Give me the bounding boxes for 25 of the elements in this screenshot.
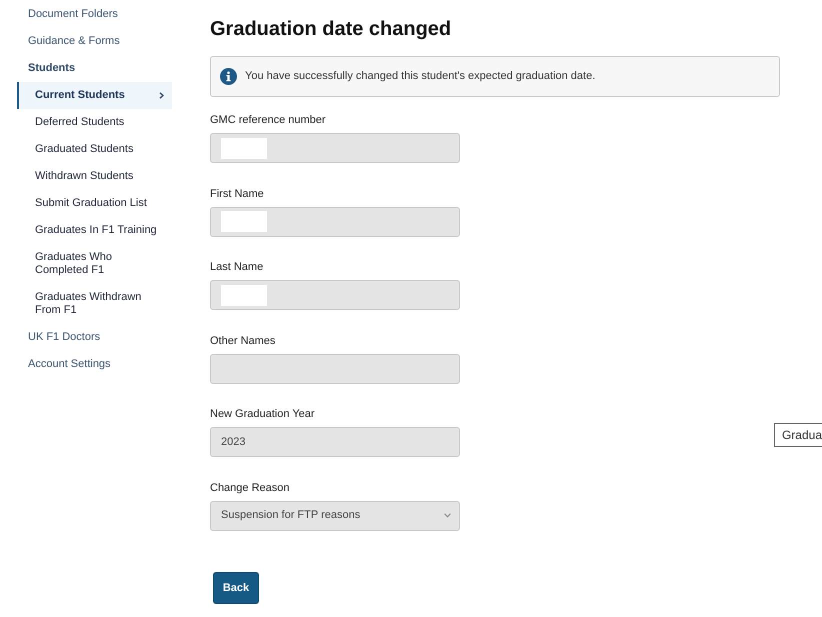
field-label: Change Reason	[210, 480, 291, 494]
sidebar-link[interactable]: Graduated Students	[17, 136, 172, 163]
sidebar-link[interactable]: Graduates Who Completed F1	[17, 244, 172, 284]
chevron-down-icon	[444, 513, 451, 518]
field-label: First Name	[210, 186, 265, 200]
field-label: New Graduation Year	[210, 407, 316, 421]
field-label: GMC reference number	[210, 113, 327, 127]
sidebar-link[interactable]: Graduates Withdrawn From F1	[17, 284, 172, 324]
sidebar-link[interactable]: Current Students	[17, 82, 172, 109]
sidebar-link[interactable]: UK F1 Doctors	[17, 324, 172, 351]
sidebar-link[interactable]: Students	[17, 55, 172, 82]
sidebar-link[interactable]: Document Folders	[17, 1, 172, 28]
sidebar-link[interactable]: Submit Graduation List	[17, 190, 172, 217]
chevron-right-icon	[159, 92, 164, 99]
field-label: Last Name	[210, 260, 264, 274]
field-label: Other Names	[210, 334, 276, 348]
sidebar-link[interactable]: Withdrawn Students	[17, 163, 172, 190]
page-title: Graduation date changed	[210, 17, 452, 41]
sidebar-link[interactable]: Deferred Students	[17, 109, 172, 136]
alert-message: You have successfully changed this student's expected graduation date.	[245, 69, 596, 84]
back-button[interactable]: Back	[213, 572, 259, 604]
sidebar-link[interactable]: Graduates In F1 Training	[17, 217, 172, 244]
sidebar-link[interactable]: Account Settings	[17, 351, 172, 378]
sidebar-link[interactable]: Guidance & Forms	[17, 28, 172, 55]
tooltip: Gradua	[774, 423, 822, 447]
